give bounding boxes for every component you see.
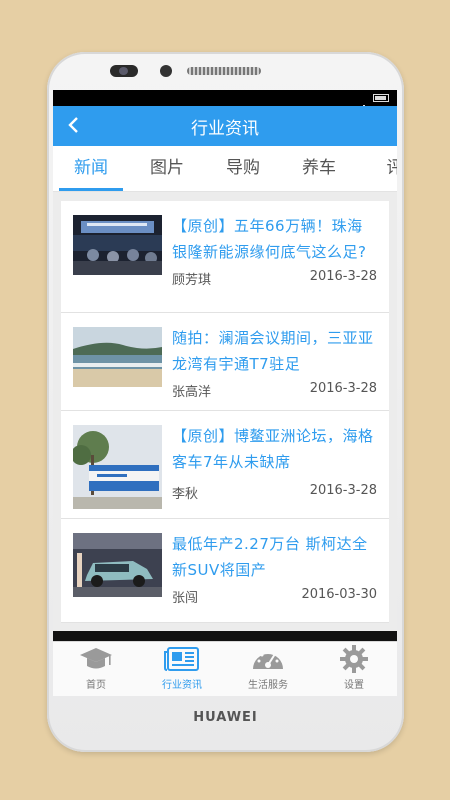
nav-industry-news[interactable]: 行业资讯 bbox=[139, 642, 225, 696]
status-bar bbox=[53, 90, 397, 113]
battery-icon bbox=[373, 94, 389, 102]
phone-screen: 行业资讯 新闻 图片 导购 养车 评 【原创】五年66万辆！珠海银隆新能源 bbox=[53, 90, 397, 696]
nav-settings[interactable]: 设置 bbox=[311, 642, 397, 696]
article-title: 【原创】博鳌亚洲论坛，海格客车7年从未缺席 bbox=[172, 427, 374, 471]
nav-home-label: 首页 bbox=[86, 680, 106, 691]
graduation-cap-icon bbox=[78, 644, 114, 674]
tab-shopping-guide[interactable]: 导购 bbox=[205, 146, 281, 191]
device-brand-logo: HUAWEI bbox=[193, 710, 258, 725]
list-item[interactable]: 随拍：澜湄会议期间，三亚亚龙湾有宇通T7驻足 张高洋 2016-3-28 bbox=[61, 313, 389, 411]
page-title: 行业资讯 bbox=[191, 118, 259, 139]
article-author: 张高洋 bbox=[172, 385, 212, 400]
gear-icon bbox=[336, 644, 372, 674]
earpiece-speaker bbox=[187, 67, 261, 75]
speedometer-icon bbox=[250, 644, 286, 674]
list-item[interactable]: 【原创】五年66万辆！珠海银隆新能源缘何底气这么足? 顾芳琪 2016-3-28 bbox=[61, 201, 389, 313]
signal-icon bbox=[357, 94, 367, 113]
nav-settings-label: 设置 bbox=[344, 680, 364, 691]
tab-reviews[interactable]: 评 bbox=[357, 146, 398, 191]
tab-pictures[interactable]: 图片 bbox=[129, 146, 205, 191]
nav-home[interactable]: 首页 bbox=[53, 642, 139, 696]
tab-car-care[interactable]: 养车 bbox=[281, 146, 357, 191]
bottom-navigation: 首页 行业资讯 生活服务 设置 bbox=[53, 641, 397, 696]
article-date: 2016-3-28 bbox=[309, 483, 377, 498]
article-title: 最低年产2.27万台 斯柯达全新SUV将国产 bbox=[172, 535, 368, 579]
article-thumbnail bbox=[73, 425, 162, 509]
article-thumbnail bbox=[73, 215, 162, 275]
nav-life-services-label: 生活服务 bbox=[248, 680, 288, 691]
tab-news[interactable]: 新闻 bbox=[53, 146, 129, 191]
proximity-sensor bbox=[160, 65, 172, 77]
list-item[interactable]: 【原创】博鳌亚洲论坛，海格客车7年从未缺席 李秋 2016-3-28 bbox=[61, 411, 389, 519]
article-title: 随拍：澜湄会议期间，三亚亚龙湾有宇通T7驻足 bbox=[172, 329, 374, 373]
article-author: 张闯 bbox=[172, 591, 199, 606]
back-button[interactable] bbox=[67, 115, 87, 137]
article-thumbnail bbox=[73, 533, 162, 597]
nav-life-services[interactable]: 生活服务 bbox=[225, 642, 311, 696]
list-item[interactable]: 最低年产2.27万台 斯柯达全新SUV将国产 张闯 2016-03-30 bbox=[61, 519, 389, 623]
nav-industry-news-label: 行业资讯 bbox=[162, 680, 202, 691]
front-camera bbox=[110, 65, 138, 77]
article-thumbnail bbox=[73, 327, 162, 387]
article-author: 顾芳琪 bbox=[172, 273, 212, 288]
category-tabs: 新闻 图片 导购 养车 评 bbox=[53, 146, 397, 192]
article-title: 【原创】五年66万辆！珠海银隆新能源缘何底气这么足? bbox=[172, 217, 367, 261]
article-date: 2016-3-28 bbox=[309, 381, 377, 396]
article-date: 2016-03-30 bbox=[301, 587, 377, 602]
app-header: 行业资讯 bbox=[53, 106, 397, 146]
article-author: 李秋 bbox=[172, 487, 199, 502]
article-list: 【原创】五年66万辆！珠海银隆新能源缘何底气这么足? 顾芳琪 2016-3-28… bbox=[53, 192, 397, 631]
article-date: 2016-3-28 bbox=[309, 269, 377, 284]
chevron-left-icon bbox=[68, 117, 78, 133]
newspaper-icon bbox=[164, 644, 200, 674]
